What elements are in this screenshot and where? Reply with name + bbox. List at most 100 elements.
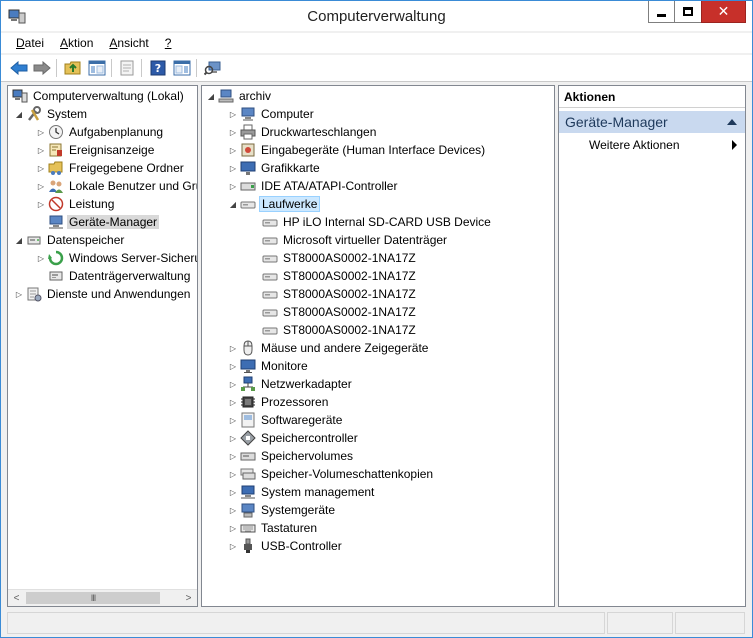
expand-arrow-icon[interactable]: ▷	[36, 177, 46, 195]
expand-arrow-icon[interactable]: ▷	[14, 285, 24, 303]
tree-item-computerverwaltung[interactable]: Computerverwaltung (Lokal)	[10, 87, 186, 105]
expand-arrow-icon[interactable]: ▷	[228, 177, 238, 195]
scroll-right-button[interactable]: >	[180, 590, 197, 606]
toolbar-separator	[141, 59, 142, 77]
menu-aktion[interactable]: Aktion	[52, 36, 101, 50]
drive-item[interactable]: Microsoft virtueller Datenträger	[260, 231, 449, 249]
device-category-speicher-volumeschattenkopien[interactable]: ▷ Speicher-Volumeschattenkopien	[228, 465, 435, 483]
horizontal-scrollbar[interactable]: < III >	[8, 589, 197, 606]
expand-arrow-icon[interactable]: ▷	[228, 465, 238, 483]
device-category-laufwerke[interactable]: ◢ Laufwerke	[228, 195, 321, 213]
up-level-button[interactable]	[63, 58, 83, 78]
expand-arrow-icon[interactable]: ▷	[36, 123, 46, 141]
action-weitere-aktionen[interactable]: Weitere Aktionen	[589, 138, 680, 152]
expand-arrow-icon[interactable]: ▷	[36, 141, 46, 159]
actions-section-geraete-manager[interactable]: Geräte-Manager	[559, 111, 745, 133]
menu-help[interactable]: ?	[157, 36, 180, 50]
device-category-systemgeräte[interactable]: ▷ Systemgeräte	[228, 501, 337, 519]
tools-icon	[26, 106, 42, 122]
disk-drive-icon	[262, 322, 278, 338]
expand-arrow-icon[interactable]: ▷	[228, 429, 238, 447]
expand-arrow-icon[interactable]: ▷	[36, 195, 46, 213]
tree-item-aufgabenplanung[interactable]: ▷ Aufgabenplanung	[36, 123, 165, 141]
collapse-arrow-icon[interactable]: ◢	[14, 105, 24, 123]
device-category-druckwarteschlangen[interactable]: ▷ Druckwarteschlangen	[228, 123, 378, 141]
collapse-up-icon[interactable]	[727, 119, 737, 125]
forward-button[interactable]	[32, 58, 52, 78]
device-root-archiv[interactable]: ◢ archiv	[206, 87, 273, 105]
expand-arrow-icon[interactable]: ▷	[228, 339, 238, 357]
help-button[interactable]: ?	[148, 58, 168, 78]
forward-arrow-icon	[33, 61, 51, 75]
expand-arrow-icon[interactable]: ▷	[228, 501, 238, 519]
expand-arrow-icon[interactable]: ▷	[228, 357, 238, 375]
tree-item-ereignisanzeige[interactable]: ▷ Ereignisanzeige	[36, 141, 156, 159]
expand-arrow-icon[interactable]: ▷	[228, 483, 238, 501]
close-button[interactable]: ✕	[701, 1, 746, 23]
tree-item-freigegebene-ordner[interactable]: ▷ Freigegebene Ordner	[36, 159, 186, 177]
expand-arrow-icon[interactable]: ▷	[228, 123, 238, 141]
drive-item[interactable]: ST8000AS0002-1NA17Z	[260, 267, 418, 285]
tree-item-geraete-manager[interactable]: Geräte-Manager	[46, 213, 160, 231]
menu-ansicht[interactable]: Ansicht	[101, 36, 156, 50]
drive-item[interactable]: ST8000AS0002-1NA17Z	[260, 321, 418, 339]
scroll-left-button[interactable]: <	[8, 590, 25, 606]
tree-item-datentraegerverwaltung[interactable]: Datenträgerverwaltung	[46, 267, 192, 285]
device-category-eingabegeräte-human-interface-devices[interactable]: ▷ Eingabegeräte (Human Interface Devices)	[228, 141, 487, 159]
tree-item-lokale-benutzer[interactable]: ▷ Lokale Benutzer und Gru	[36, 177, 197, 195]
properties-button[interactable]	[117, 58, 137, 78]
software-icon	[240, 412, 256, 428]
collapse-arrow-icon[interactable]: ◢	[206, 87, 216, 105]
device-category-system-management[interactable]: ▷ System management	[228, 483, 376, 501]
scroll-thumb[interactable]: III	[26, 592, 160, 604]
expand-arrow-icon[interactable]: ▷	[228, 393, 238, 411]
tree-label: Systemgeräte	[261, 503, 336, 517]
expand-arrow-icon[interactable]: ▷	[228, 411, 238, 429]
tree-label: Microsoft virtueller Datenträger	[283, 233, 448, 247]
collapse-arrow-icon[interactable]: ◢	[14, 231, 24, 249]
expand-arrow-icon[interactable]: ▷	[36, 159, 46, 177]
expand-arrow-icon[interactable]: ▷	[228, 159, 238, 177]
drive-item[interactable]: ST8000AS0002-1NA17Z	[260, 249, 418, 267]
device-category-computer[interactable]: ▷ Computer	[228, 105, 316, 123]
tree-label: USB-Controller	[261, 539, 342, 553]
tree-item-windows-server-sicherung[interactable]: ▷ Windows Server-Sicheru	[36, 249, 197, 267]
device-category-prozessoren[interactable]: ▷ Prozessoren	[228, 393, 330, 411]
device-category-speichercontroller[interactable]: ▷ Speichercontroller	[228, 429, 360, 447]
expand-arrow-icon[interactable]: ▷	[228, 519, 238, 537]
drive-item[interactable]: ST8000AS0002-1NA17Z	[260, 303, 418, 321]
tree-item-datenspeicher[interactable]: ◢ Datenspeicher	[14, 231, 126, 249]
tree-label: Dienste und Anwendungen	[47, 287, 191, 301]
device-category-netzwerkadapter[interactable]: ▷ Netzwerkadapter	[228, 375, 354, 393]
device-category-tastaturen[interactable]: ▷ Tastaturen	[228, 519, 319, 537]
device-category-grafikkarte[interactable]: ▷ Grafikkarte	[228, 159, 322, 177]
show-hide-console-tree-button[interactable]	[87, 58, 107, 78]
tree-item-system[interactable]: ◢ System	[14, 105, 89, 123]
minimize-button[interactable]	[648, 1, 675, 23]
device-category-mäuse-und-andere-zeigegeräte[interactable]: ▷ Mäuse und andere Zeigegeräte	[228, 339, 430, 357]
expand-arrow-icon[interactable]: ▷	[228, 105, 238, 123]
tree-item-dienste[interactable]: ▷ Dienste und Anwendungen	[14, 285, 192, 303]
maximize-button[interactable]	[674, 1, 702, 23]
expand-arrow-icon[interactable]: ▷	[36, 249, 46, 267]
device-tree-pane[interactable]: ◢ archiv ▷ Computer ▷ Druckwarteschlangen ▷ E…	[201, 85, 555, 607]
device-category-speichervolumes[interactable]: ▷ Speichervolumes	[228, 447, 355, 465]
console-tree-pane[interactable]: Computerverwaltung (Lokal) ◢ System ▷ Au…	[7, 85, 198, 607]
show-hide-action-pane-button[interactable]	[172, 58, 192, 78]
expand-arrow-icon[interactable]: ▷	[228, 375, 238, 393]
back-button[interactable]	[9, 58, 29, 78]
device-category-softwaregeräte[interactable]: ▷ Softwaregeräte	[228, 411, 344, 429]
tree-item-leistung[interactable]: ▷ Leistung	[36, 195, 116, 213]
device-category-ide-ata-atapi-controller[interactable]: ▷ IDE ATA/ATAPI-Controller	[228, 177, 399, 195]
drive-item[interactable]: HP iLO Internal SD-CARD USB Device	[260, 213, 493, 231]
collapse-arrow-icon[interactable]: ◢	[228, 195, 238, 213]
scan-hardware-button[interactable]	[203, 58, 223, 78]
device-category-monitore[interactable]: ▷ Monitore	[228, 357, 310, 375]
menu-datei[interactable]: Datei	[1, 36, 52, 50]
expand-arrow-icon[interactable]: ▷	[228, 141, 238, 159]
drive-item[interactable]: ST8000AS0002-1NA17Z	[260, 285, 418, 303]
expand-arrow-icon[interactable]: ▷	[228, 447, 238, 465]
device-category-usb-controller[interactable]: ▷ USB-Controller	[228, 537, 344, 555]
title-bar[interactable]: Computerverwaltung ✕	[1, 1, 752, 31]
expand-arrow-icon[interactable]: ▷	[228, 537, 238, 555]
